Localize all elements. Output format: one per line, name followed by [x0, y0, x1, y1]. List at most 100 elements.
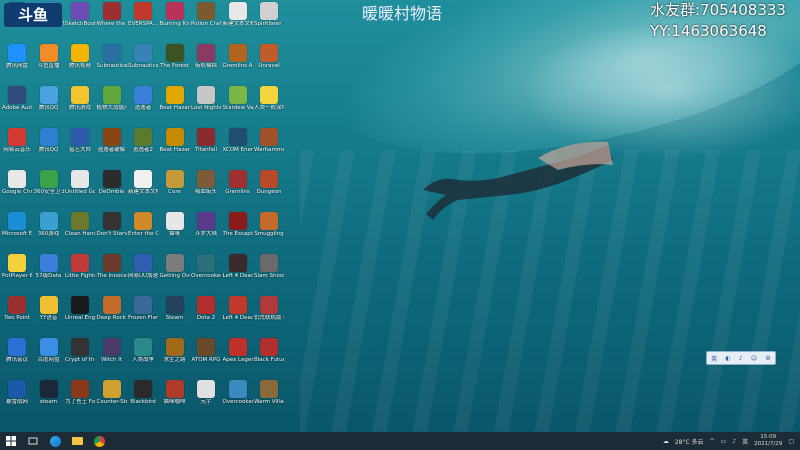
desktop-icon[interactable]: Warm Village: [254, 380, 284, 405]
desktop-icon[interactable]: Dungeon: [254, 170, 284, 195]
ime-toolbar-item[interactable]: ☺: [751, 355, 757, 362]
desktop-icon[interactable]: Left 4 Dead: [223, 296, 253, 321]
desktop-icon[interactable]: 腾讯游戏: [65, 86, 95, 111]
clock[interactable]: 15:09 2021/7/29: [754, 434, 782, 448]
desktop-icon[interactable]: 腾讯视频: [65, 44, 95, 69]
desktop-icon[interactable]: Slam Shooter: [254, 254, 284, 279]
desktop-icon[interactable]: 百度网盘: [34, 338, 64, 363]
desktop-icon[interactable]: Witch It: [97, 338, 127, 363]
desktop-icon[interactable]: Unravel: [254, 44, 284, 69]
desktop-icon[interactable]: Warhammer: [254, 128, 284, 153]
notification-icon[interactable]: ▢: [788, 438, 794, 445]
ime-toolbar[interactable]: 英 ◐ ♪ ☺ ⚙: [706, 351, 776, 365]
desktop-icon[interactable]: 新建文本文档: [223, 2, 253, 27]
chrome-taskbar-button[interactable]: [88, 432, 110, 450]
desktop-icon[interactable]: Crypt of the NecroDancer: [65, 338, 95, 363]
ime-icon[interactable]: 英: [742, 437, 748, 446]
desktop-icon[interactable]: 求生之路: [160, 338, 190, 363]
desktop-icon[interactable]: Steam: [160, 296, 190, 321]
desktop-icon[interactable]: 逃逸者2: [128, 128, 158, 153]
desktop-icon[interactable]: 网易云音乐: [2, 128, 32, 153]
desktop-icon[interactable]: XCOM Enemy: [223, 128, 253, 153]
desktop-icon[interactable]: Blackbird: [128, 380, 158, 405]
desktop-icon[interactable]: Titanfall: [191, 128, 221, 153]
desktop-icon[interactable]: Subnautica Below Zero: [97, 44, 127, 69]
desktop-icon[interactable]: 人类战争: [128, 338, 158, 363]
start-button[interactable]: [0, 432, 22, 450]
desktop-icon[interactable]: Subnautica: [128, 44, 158, 69]
desktop-icon[interactable]: Google Chrome: [2, 170, 32, 195]
desktop-icon[interactable]: Spiritfarer 2: [254, 2, 284, 27]
desktop-icon[interactable]: Burning Knight: [160, 2, 190, 27]
desktop-icon[interactable]: The Innocent: [97, 254, 127, 279]
desktop-icon[interactable]: Untitled Goose: [65, 170, 95, 195]
desktop-icon[interactable]: 斗罗大陆: [191, 212, 221, 237]
desktop-icon[interactable]: Counter-Strike Global Off...: [97, 380, 127, 405]
desktop-icon[interactable]: DeOmbie: [97, 170, 127, 195]
desktop-icon[interactable]: Where the Water Tastes: [97, 2, 127, 27]
desktop-icon[interactable]: EVERSPA...: [128, 2, 158, 27]
desktop-icon[interactable]: Two Point: [2, 296, 32, 321]
desktop-icon[interactable]: Overcooked All You Ca...: [223, 380, 253, 405]
desktop-icon[interactable]: Stardew Valley: [223, 86, 253, 111]
file-explorer-button[interactable]: [66, 432, 88, 450]
desktop-icon[interactable]: Adobe Audition 2.0: [2, 86, 32, 111]
desktop-icon[interactable]: YY语音: [34, 296, 64, 321]
desktop-icon[interactable]: 为了吾王 For The King: [65, 380, 95, 405]
desktop-icon[interactable]: Clean Hanoi: [65, 212, 95, 237]
desktop-icon[interactable]: Gremlins: [223, 170, 253, 195]
desktop-icon[interactable]: Dota 2: [191, 296, 221, 321]
task-view-button[interactable]: [22, 432, 44, 450]
ime-toolbar-item[interactable]: 英: [711, 354, 717, 363]
desktop-icon[interactable]: Beat Hazard: [160, 86, 190, 111]
desktop-icon[interactable]: 猫咪咖啡: [160, 380, 190, 405]
desktop-icon[interactable]: Black Future: [254, 338, 284, 363]
desktop-icon[interactable]: Left 4 Dead: [223, 254, 253, 279]
desktop-icon[interactable]: 饥荒联机版 Demo: [254, 296, 284, 321]
desktop-icon[interactable]: 逃逸者破解: [97, 128, 127, 153]
desktop-icon[interactable]: SketchBook: [65, 2, 95, 27]
desktop-icon[interactable]: Lost Nights: [191, 86, 221, 111]
desktop-icon[interactable]: 暴雪战网: [2, 380, 32, 405]
desktop-icon[interactable]: Little Fighter: [65, 254, 95, 279]
desktop-icon[interactable]: 人类一败涂地: [254, 86, 284, 111]
desktop-icon[interactable]: Potion Craft Demo: [191, 2, 221, 27]
desktop-icon[interactable]: 斗鱼直播: [34, 44, 64, 69]
desktop-icon[interactable]: 腾讯QQ: [34, 86, 64, 111]
desktop-icon[interactable]: 腾讯会议: [2, 338, 32, 363]
desktop-icon[interactable]: 植物大战僵尸: [97, 86, 127, 111]
desktop-icon[interactable]: Core: [160, 170, 190, 195]
ime-toolbar-item[interactable]: ◐: [725, 355, 730, 362]
desktop-icon[interactable]: 360安全卫士: [34, 170, 64, 195]
desktop-icon[interactable]: 腾讯QQ: [34, 128, 64, 153]
desktop-icon[interactable]: 元宇: [191, 380, 221, 405]
desktop-icon[interactable]: The Forest: [160, 44, 190, 69]
desktop-icon[interactable]: Apex Legends: [223, 338, 253, 363]
ime-toolbar-item[interactable]: ♪: [739, 355, 743, 362]
chevron-up-icon[interactable]: ^: [710, 438, 715, 445]
desktop-icon[interactable]: Smuggling: [254, 212, 284, 237]
desktop-icon[interactable]: Gremlins Automatons: [223, 44, 253, 69]
desktop-icon[interactable]: 360游戏: [34, 212, 64, 237]
desktop-icon[interactable]: 街机模拟: [191, 44, 221, 69]
volume-icon[interactable]: ♪: [732, 438, 736, 445]
desktop-icon[interactable]: 喋血街头: [191, 170, 221, 195]
desktop-icon[interactable]: Enter the Gungeon: [128, 212, 158, 237]
desktop-icon[interactable]: Microsoft Edge: [2, 212, 32, 237]
desktop-icon[interactable]: 57级Data: [34, 254, 64, 279]
desktop-icon[interactable]: Overcooked: [191, 254, 221, 279]
desktop-icon[interactable]: Unreal Engine: [65, 296, 95, 321]
desktop-icon[interactable]: Deep Rock Galactic: [97, 296, 127, 321]
desktop-icon[interactable]: 新建文本文档: [128, 170, 158, 195]
desktop-icon[interactable]: steam: [34, 380, 64, 405]
desktop-icon[interactable]: 网易UU加速: [128, 254, 158, 279]
desktop-icon[interactable]: 猎艺大师: [65, 128, 95, 153]
desktop-icon[interactable]: Frozen Flame: [128, 296, 158, 321]
desktop-icon[interactable]: Don't Starve: [97, 212, 127, 237]
desktop-icon[interactable]: 逃逸者: [128, 86, 158, 111]
desktop-icon[interactable]: Beat Hazard: [160, 128, 190, 153]
desktop-icon[interactable]: 腾讯网盘: [2, 44, 32, 69]
desktop-icon[interactable]: PotPlayer 64 bit: [2, 254, 32, 279]
ime-toolbar-item[interactable]: ⚙: [765, 355, 770, 362]
edge-taskbar-button[interactable]: [44, 432, 66, 450]
